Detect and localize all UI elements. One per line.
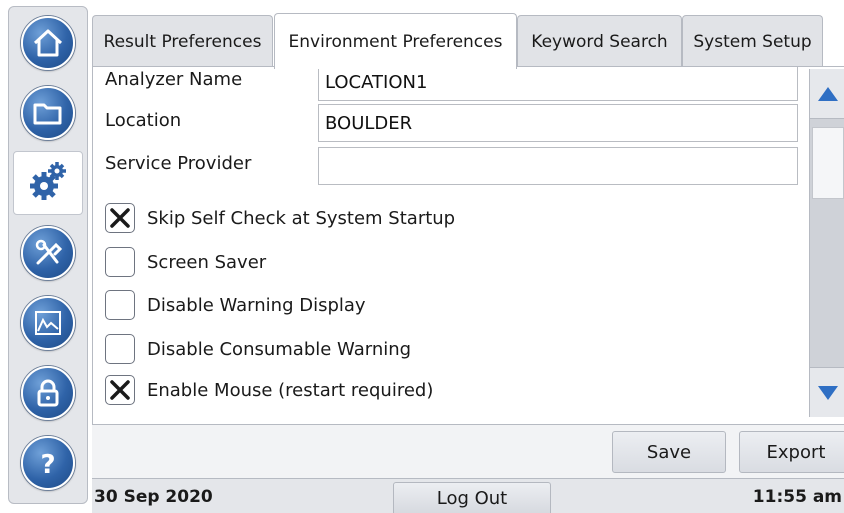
folder-icon [21,86,75,140]
settings-list: Analyzer Name Location Service Provider … [93,67,809,423]
scrollbar-thumb[interactable] [812,127,844,199]
location-input[interactable] [318,104,798,142]
status-date: 30 Sep 2020 [94,487,213,507]
enable-mouse-label: Enable Mouse (restart required) [147,379,434,401]
disable-warning-display-label: Disable Warning Display [147,294,366,316]
nav-lock-button[interactable] [13,361,83,425]
triangle-down-icon [818,385,838,400]
nav-charts-button[interactable] [13,291,83,355]
service-provider-row: Service Provider [93,147,809,187]
location-label: Location [105,110,182,131]
tab-environment-preferences[interactable]: Environment Preferences [274,13,517,69]
screen-saver-checkbox[interactable] [105,247,135,277]
nav-files-button[interactable] [13,81,83,145]
enable-mouse-option[interactable]: Enable Mouse (restart required) [105,373,433,407]
gears-icon [25,158,71,208]
tab-bar: Result Preferences Environment Preferenc… [92,13,832,69]
analyzer-name-row: Analyzer Name [93,67,809,103]
export-button[interactable]: Export [739,431,844,473]
svg-text:?: ? [40,450,55,480]
action-bar: Save Export [92,424,844,478]
nav-help-button[interactable]: ? [13,431,83,495]
home-icon [21,16,75,70]
checked-x-icon [110,380,130,400]
status-bar: 30 Sep 2020 Log Out 11:55 am [92,478,844,513]
checked-x-icon [110,208,130,228]
enable-mouse-checkbox[interactable] [105,375,135,405]
scroll-down-button[interactable] [810,367,844,417]
skip-self-check-option[interactable]: Skip Self Check at System Startup [105,201,455,235]
disable-warning-display-checkbox[interactable] [105,290,135,320]
location-row: Location [93,104,809,144]
screen-saver-option[interactable]: Screen Saver [105,245,266,279]
nav-home-button[interactable] [13,11,83,75]
triangle-up-icon [818,86,838,101]
skip-self-check-label: Skip Self Check at System Startup [147,207,456,229]
service-provider-input[interactable] [318,147,798,185]
disable-consumable-warning-label: Disable Consumable Warning [147,338,412,360]
analyzer-name-label: Analyzer Name [105,69,243,90]
help-icon: ? [21,436,75,490]
tools-icon [21,226,75,280]
service-provider-label: Service Provider [105,153,252,174]
disable-warning-display-option[interactable]: Disable Warning Display [105,288,366,322]
logout-button[interactable]: Log Out [393,482,551,513]
environment-preferences-panel: Analyzer Name Location Service Provider … [92,66,844,424]
nav-tools-button[interactable] [13,221,83,285]
lock-icon [21,366,75,420]
tab-result-preferences[interactable]: Result Preferences [92,15,273,67]
analyzer-name-input[interactable] [318,67,798,101]
save-button[interactable]: Save [612,431,726,473]
scroll-up-button[interactable] [810,69,844,119]
nav-settings-button[interactable] [13,151,83,215]
disable-consumable-warning-option[interactable]: Disable Consumable Warning [105,332,411,366]
vertical-scrollbar[interactable] [809,69,844,417]
side-nav: ? [8,6,88,504]
tab-system-setup[interactable]: System Setup [682,15,823,67]
status-time: 11:55 am [752,487,842,507]
tab-keyword-search[interactable]: Keyword Search [517,15,682,67]
disable-consumable-warning-checkbox[interactable] [105,334,135,364]
skip-self-check-checkbox[interactable] [105,203,135,233]
screen-saver-label: Screen Saver [147,251,267,273]
chart-icon [21,296,75,350]
